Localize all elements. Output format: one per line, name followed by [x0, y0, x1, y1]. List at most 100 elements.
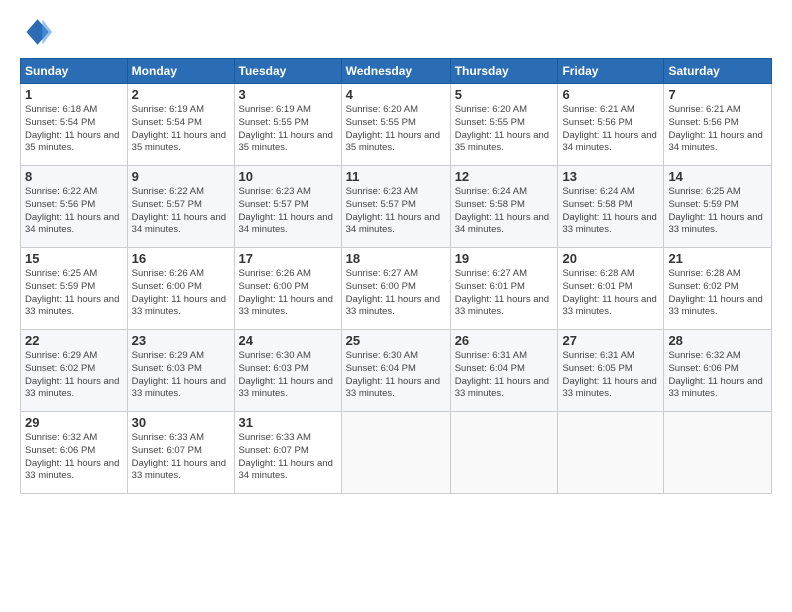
calendar-week-row: 29 Sunrise: 6:32 AM Sunset: 6:06 PM Dayl…: [21, 412, 772, 494]
calendar-cell: 13 Sunrise: 6:24 AM Sunset: 5:58 PM Dayl…: [558, 166, 664, 248]
day-number: 2: [132, 87, 230, 102]
day-header-saturday: Saturday: [664, 59, 772, 84]
day-number: 21: [668, 251, 767, 266]
calendar-cell: 17 Sunrise: 6:26 AM Sunset: 6:00 PM Dayl…: [234, 248, 341, 330]
day-number: 16: [132, 251, 230, 266]
calendar-cell: 28 Sunrise: 6:32 AM Sunset: 6:06 PM Dayl…: [664, 330, 772, 412]
calendar-cell: 5 Sunrise: 6:20 AM Sunset: 5:55 PM Dayli…: [450, 84, 558, 166]
calendar-cell: 30 Sunrise: 6:33 AM Sunset: 6:07 PM Dayl…: [127, 412, 234, 494]
calendar-cell: [341, 412, 450, 494]
day-info: Sunrise: 6:29 AM Sunset: 6:02 PM Dayligh…: [25, 350, 123, 401]
calendar-cell: 29 Sunrise: 6:32 AM Sunset: 6:06 PM Dayl…: [21, 412, 128, 494]
day-header-thursday: Thursday: [450, 59, 558, 84]
calendar-cell: [558, 412, 664, 494]
day-number: 26: [455, 333, 554, 348]
day-number: 4: [346, 87, 446, 102]
calendar-cell: 18 Sunrise: 6:27 AM Sunset: 6:00 PM Dayl…: [341, 248, 450, 330]
day-info: Sunrise: 6:24 AM Sunset: 5:58 PM Dayligh…: [562, 186, 659, 237]
day-info: Sunrise: 6:23 AM Sunset: 5:57 PM Dayligh…: [239, 186, 337, 237]
day-info: Sunrise: 6:27 AM Sunset: 6:00 PM Dayligh…: [346, 268, 446, 319]
day-header-wednesday: Wednesday: [341, 59, 450, 84]
day-info: Sunrise: 6:23 AM Sunset: 5:57 PM Dayligh…: [346, 186, 446, 237]
day-info: Sunrise: 6:32 AM Sunset: 6:06 PM Dayligh…: [25, 432, 123, 483]
calendar-table: SundayMondayTuesdayWednesdayThursdayFrid…: [20, 58, 772, 494]
header: [20, 16, 772, 48]
day-info: Sunrise: 6:24 AM Sunset: 5:58 PM Dayligh…: [455, 186, 554, 237]
day-number: 31: [239, 415, 337, 430]
calendar-cell: 4 Sunrise: 6:20 AM Sunset: 5:55 PM Dayli…: [341, 84, 450, 166]
calendar-cell: 24 Sunrise: 6:30 AM Sunset: 6:03 PM Dayl…: [234, 330, 341, 412]
day-info: Sunrise: 6:27 AM Sunset: 6:01 PM Dayligh…: [455, 268, 554, 319]
day-info: Sunrise: 6:25 AM Sunset: 5:59 PM Dayligh…: [25, 268, 123, 319]
day-info: Sunrise: 6:22 AM Sunset: 5:56 PM Dayligh…: [25, 186, 123, 237]
calendar-cell: 8 Sunrise: 6:22 AM Sunset: 5:56 PM Dayli…: [21, 166, 128, 248]
logo-icon: [20, 16, 52, 48]
day-number: 30: [132, 415, 230, 430]
calendar-cell: [664, 412, 772, 494]
day-header-friday: Friday: [558, 59, 664, 84]
day-number: 14: [668, 169, 767, 184]
day-info: Sunrise: 6:31 AM Sunset: 6:04 PM Dayligh…: [455, 350, 554, 401]
calendar-cell: 23 Sunrise: 6:29 AM Sunset: 6:03 PM Dayl…: [127, 330, 234, 412]
day-info: Sunrise: 6:33 AM Sunset: 6:07 PM Dayligh…: [132, 432, 230, 483]
calendar-cell: 14 Sunrise: 6:25 AM Sunset: 5:59 PM Dayl…: [664, 166, 772, 248]
day-header-sunday: Sunday: [21, 59, 128, 84]
day-number: 6: [562, 87, 659, 102]
calendar-cell: 1 Sunrise: 6:18 AM Sunset: 5:54 PM Dayli…: [21, 84, 128, 166]
day-number: 12: [455, 169, 554, 184]
day-info: Sunrise: 6:31 AM Sunset: 6:05 PM Dayligh…: [562, 350, 659, 401]
day-info: Sunrise: 6:28 AM Sunset: 6:01 PM Dayligh…: [562, 268, 659, 319]
day-info: Sunrise: 6:20 AM Sunset: 5:55 PM Dayligh…: [346, 104, 446, 155]
day-info: Sunrise: 6:21 AM Sunset: 5:56 PM Dayligh…: [562, 104, 659, 155]
calendar-cell: 15 Sunrise: 6:25 AM Sunset: 5:59 PM Dayl…: [21, 248, 128, 330]
day-number: 11: [346, 169, 446, 184]
day-number: 28: [668, 333, 767, 348]
calendar-body: 1 Sunrise: 6:18 AM Sunset: 5:54 PM Dayli…: [21, 84, 772, 494]
calendar-cell: 21 Sunrise: 6:28 AM Sunset: 6:02 PM Dayl…: [664, 248, 772, 330]
day-number: 8: [25, 169, 123, 184]
day-number: 22: [25, 333, 123, 348]
day-number: 27: [562, 333, 659, 348]
calendar-week-row: 8 Sunrise: 6:22 AM Sunset: 5:56 PM Dayli…: [21, 166, 772, 248]
day-info: Sunrise: 6:19 AM Sunset: 5:55 PM Dayligh…: [239, 104, 337, 155]
calendar-cell: 3 Sunrise: 6:19 AM Sunset: 5:55 PM Dayli…: [234, 84, 341, 166]
calendar-cell: 11 Sunrise: 6:23 AM Sunset: 5:57 PM Dayl…: [341, 166, 450, 248]
logo: [20, 16, 56, 48]
calendar-cell: 25 Sunrise: 6:30 AM Sunset: 6:04 PM Dayl…: [341, 330, 450, 412]
day-info: Sunrise: 6:28 AM Sunset: 6:02 PM Dayligh…: [668, 268, 767, 319]
day-info: Sunrise: 6:32 AM Sunset: 6:06 PM Dayligh…: [668, 350, 767, 401]
day-info: Sunrise: 6:21 AM Sunset: 5:56 PM Dayligh…: [668, 104, 767, 155]
day-info: Sunrise: 6:29 AM Sunset: 6:03 PM Dayligh…: [132, 350, 230, 401]
calendar-cell: 19 Sunrise: 6:27 AM Sunset: 6:01 PM Dayl…: [450, 248, 558, 330]
day-number: 15: [25, 251, 123, 266]
calendar-cell: 27 Sunrise: 6:31 AM Sunset: 6:05 PM Dayl…: [558, 330, 664, 412]
calendar-cell: 20 Sunrise: 6:28 AM Sunset: 6:01 PM Dayl…: [558, 248, 664, 330]
day-number: 5: [455, 87, 554, 102]
calendar-week-row: 15 Sunrise: 6:25 AM Sunset: 5:59 PM Dayl…: [21, 248, 772, 330]
calendar-page: SundayMondayTuesdayWednesdayThursdayFrid…: [0, 0, 792, 612]
day-number: 29: [25, 415, 123, 430]
day-number: 9: [132, 169, 230, 184]
day-info: Sunrise: 6:18 AM Sunset: 5:54 PM Dayligh…: [25, 104, 123, 155]
calendar-cell: 26 Sunrise: 6:31 AM Sunset: 6:04 PM Dayl…: [450, 330, 558, 412]
day-number: 20: [562, 251, 659, 266]
day-number: 13: [562, 169, 659, 184]
day-info: Sunrise: 6:33 AM Sunset: 6:07 PM Dayligh…: [239, 432, 337, 483]
day-info: Sunrise: 6:20 AM Sunset: 5:55 PM Dayligh…: [455, 104, 554, 155]
day-info: Sunrise: 6:26 AM Sunset: 6:00 PM Dayligh…: [132, 268, 230, 319]
calendar-cell: 16 Sunrise: 6:26 AM Sunset: 6:00 PM Dayl…: [127, 248, 234, 330]
day-number: 19: [455, 251, 554, 266]
day-number: 24: [239, 333, 337, 348]
calendar-cell: 7 Sunrise: 6:21 AM Sunset: 5:56 PM Dayli…: [664, 84, 772, 166]
day-number: 18: [346, 251, 446, 266]
day-number: 7: [668, 87, 767, 102]
day-number: 10: [239, 169, 337, 184]
calendar-cell: [450, 412, 558, 494]
day-info: Sunrise: 6:25 AM Sunset: 5:59 PM Dayligh…: [668, 186, 767, 237]
calendar-cell: 9 Sunrise: 6:22 AM Sunset: 5:57 PM Dayli…: [127, 166, 234, 248]
calendar-cell: 10 Sunrise: 6:23 AM Sunset: 5:57 PM Dayl…: [234, 166, 341, 248]
day-number: 25: [346, 333, 446, 348]
day-info: Sunrise: 6:26 AM Sunset: 6:00 PM Dayligh…: [239, 268, 337, 319]
calendar-cell: 12 Sunrise: 6:24 AM Sunset: 5:58 PM Dayl…: [450, 166, 558, 248]
day-info: Sunrise: 6:30 AM Sunset: 6:04 PM Dayligh…: [346, 350, 446, 401]
